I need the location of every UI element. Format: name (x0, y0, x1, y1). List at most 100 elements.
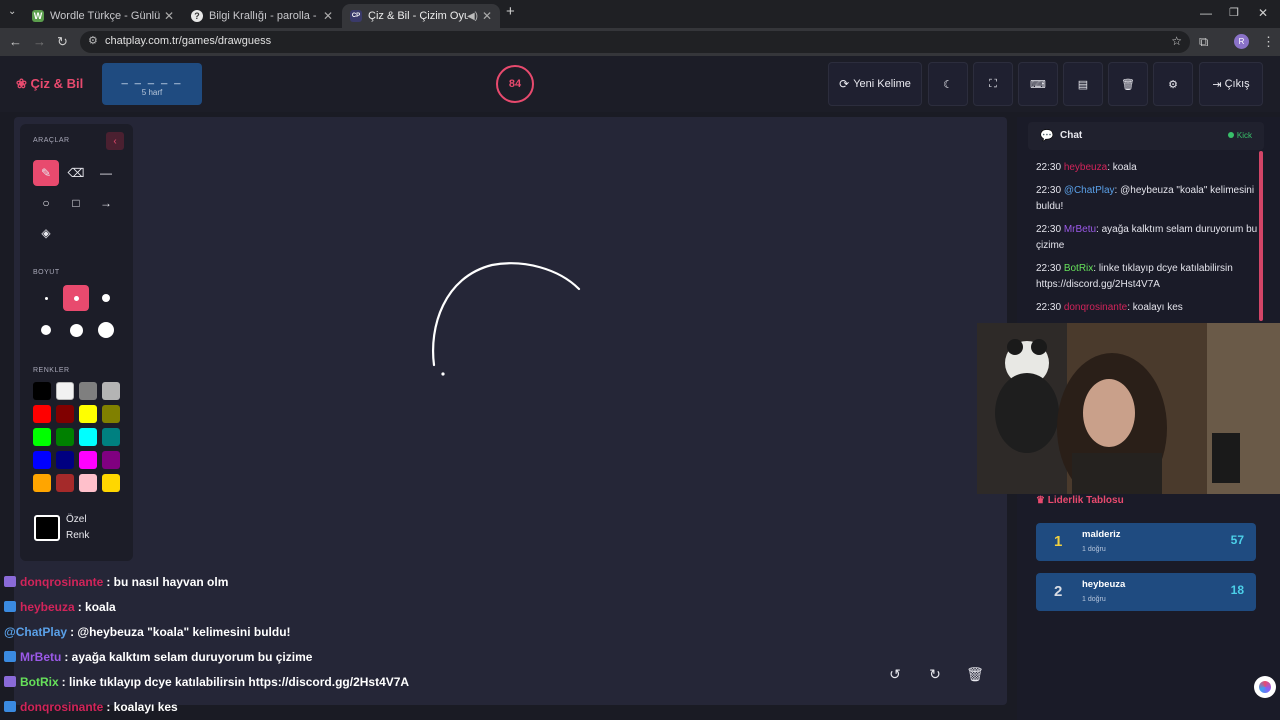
window-close-icon[interactable]: ✕ (1258, 6, 1268, 20)
new-word-label: Yeni Kelime (853, 78, 911, 90)
refresh-icon: ⟳ (839, 77, 850, 91)
color-swatch[interactable] (56, 451, 74, 469)
reload-icon[interactable]: ↻ (57, 34, 68, 50)
color-swatch[interactable] (56, 382, 74, 400)
browser-tab-cizbil[interactable]: CP Çiz & Bil - Çizim Oyunu ◀) ✕ (342, 4, 500, 28)
back-icon[interactable]: ← (9, 34, 22, 49)
circle-tool-button[interactable]: ○ (33, 190, 59, 216)
arrow-tool-button[interactable]: → (93, 190, 119, 216)
color-swatch[interactable] (79, 382, 97, 400)
exit-button[interactable]: ⇥ Çıkış (1199, 62, 1263, 106)
size-option-2[interactable] (63, 285, 89, 311)
new-word-button[interactable]: ⟳ Yeni Kelime (828, 62, 922, 106)
collapse-panel-button[interactable]: ‹ (106, 132, 124, 150)
leaderboard-name: heybeuza (1082, 579, 1126, 590)
color-swatch[interactable] (102, 405, 120, 423)
tab-search-icon[interactable]: ⌄ (8, 6, 16, 17)
chat-timestamp: 22:30 (1036, 224, 1062, 235)
profile-avatar[interactable]: R (1234, 34, 1249, 49)
forward-icon[interactable]: → (33, 34, 46, 49)
color-swatch[interactable] (56, 405, 74, 423)
leaderboard-correct-count: 1 doğru (1082, 546, 1106, 553)
clear-canvas-button[interactable]: 🗑 (962, 661, 988, 687)
size-label: BOYUT (33, 269, 60, 276)
size-option-5[interactable] (63, 317, 89, 343)
color-swatch[interactable] (33, 382, 51, 400)
app-logo[interactable]: ❀ Çiz & Bil (16, 76, 83, 92)
size-option-6[interactable] (93, 317, 119, 343)
color-swatch[interactable] (102, 451, 120, 469)
chat-text: : koala (1107, 162, 1137, 173)
color-swatch[interactable] (102, 382, 120, 400)
trash-icon: 🗑 (966, 665, 984, 682)
browser-tab-bilgi[interactable]: ? Bilgi Krallığı - parolla - Kelime ✕ (183, 4, 341, 28)
color-swatch[interactable] (56, 428, 74, 446)
brush-tool-button[interactable]: ✎ (33, 160, 59, 186)
color-swatch[interactable] (33, 474, 51, 492)
browser-tab-wordle[interactable]: W Wordle Türkçe - Günlük Kelime ✕ (24, 4, 182, 28)
new-tab-button[interactable]: + (506, 3, 515, 20)
overlay-chat-line: heybeuza: koala (4, 600, 116, 614)
archive-button[interactable]: ▤ (1063, 62, 1103, 106)
color-swatch[interactable] (79, 474, 97, 492)
overlay-chat-message: : koala (77, 600, 116, 614)
user-badge-icon (4, 601, 16, 612)
circle-icon: ○ (42, 196, 50, 210)
user-badge-icon (4, 576, 16, 587)
overlay-chat-message: : @heybeuza "koala" kelimesini buldu! (70, 625, 291, 639)
bookmark-star-icon[interactable]: ☆ (1171, 34, 1182, 48)
eraser-tool-button[interactable]: ⌫ (63, 160, 89, 186)
logout-icon: ⇥ (1212, 78, 1222, 91)
size-option-4[interactable] (33, 317, 59, 343)
color-swatch[interactable] (56, 474, 74, 492)
address-bar[interactable]: ⚙ chatplay.com.tr/games/drawguess ☆ (80, 31, 1190, 53)
menu-icon[interactable]: ⋮ (1262, 34, 1275, 50)
assistant-button[interactable] (1254, 676, 1276, 698)
drawing-canvas[interactable] (14, 117, 1007, 705)
minimize-icon[interactable]: — (1200, 6, 1212, 20)
chat-message-list: 22:30 heybeuza: koala 22:30 @ChatPlay: @h… (1036, 160, 1258, 323)
restore-icon[interactable]: ❐ (1229, 6, 1239, 19)
keyboard-button[interactable]: ⌨ (1018, 62, 1058, 106)
leaderboard-rank: 2 (1054, 583, 1063, 600)
delete-button[interactable]: 🗑 (1108, 62, 1148, 106)
color-swatch[interactable] (33, 428, 51, 446)
assistant-icon (1259, 681, 1271, 693)
chat-username: MrBetu (1063, 224, 1097, 235)
size-option-3[interactable] (93, 285, 119, 311)
color-swatch[interactable] (102, 428, 120, 446)
overlay-chat-username: BotRix (20, 675, 59, 689)
color-swatch[interactable] (79, 428, 97, 446)
fill-tool-button[interactable]: ◈ (33, 220, 59, 246)
word-length: 5 harf (141, 88, 163, 97)
theme-toggle-button[interactable]: ☾ (928, 62, 968, 106)
size-option-1[interactable] (33, 285, 59, 311)
speaker-icon[interactable]: ◀) (467, 11, 478, 22)
chat-username: @ChatPlay (1063, 185, 1115, 196)
chat-message: 22:30 donqrosinante: koalayı kes (1036, 300, 1258, 316)
close-icon[interactable]: ✕ (323, 9, 333, 23)
chat-scrollbar[interactable] (1259, 151, 1263, 321)
close-icon[interactable]: ✕ (482, 9, 492, 23)
overlay-chat-username: @ChatPlay (4, 625, 68, 639)
overlay-chat-message: : bu nasıl hayvan olm (106, 575, 229, 589)
color-swatch[interactable] (102, 474, 120, 492)
settings-button[interactable]: ⚙ (1153, 62, 1193, 106)
line-icon: — (100, 166, 112, 180)
color-swatch[interactable] (79, 451, 97, 469)
extensions-icon[interactable]: ⧉ (1199, 34, 1208, 50)
tools-label: ARAÇLAR (33, 137, 70, 144)
redo-button[interactable]: ↻ (922, 661, 948, 687)
rectangle-tool-button[interactable]: □ (63, 190, 89, 216)
site-info-icon[interactable]: ⚙ (88, 34, 98, 47)
fullscreen-button[interactable]: ⛶ (973, 62, 1013, 106)
close-icon[interactable]: ✕ (164, 9, 174, 23)
line-tool-button[interactable]: — (93, 160, 119, 186)
color-swatch[interactable] (33, 405, 51, 423)
word-hint-box: _ _ _ _ _ 5 harf (102, 63, 202, 105)
color-swatch[interactable] (33, 451, 51, 469)
custom-color-button[interactable]: Özel Renk (34, 508, 122, 548)
user-badge-icon (4, 651, 16, 662)
undo-button[interactable]: ↺ (882, 661, 908, 687)
color-swatch[interactable] (79, 405, 97, 423)
